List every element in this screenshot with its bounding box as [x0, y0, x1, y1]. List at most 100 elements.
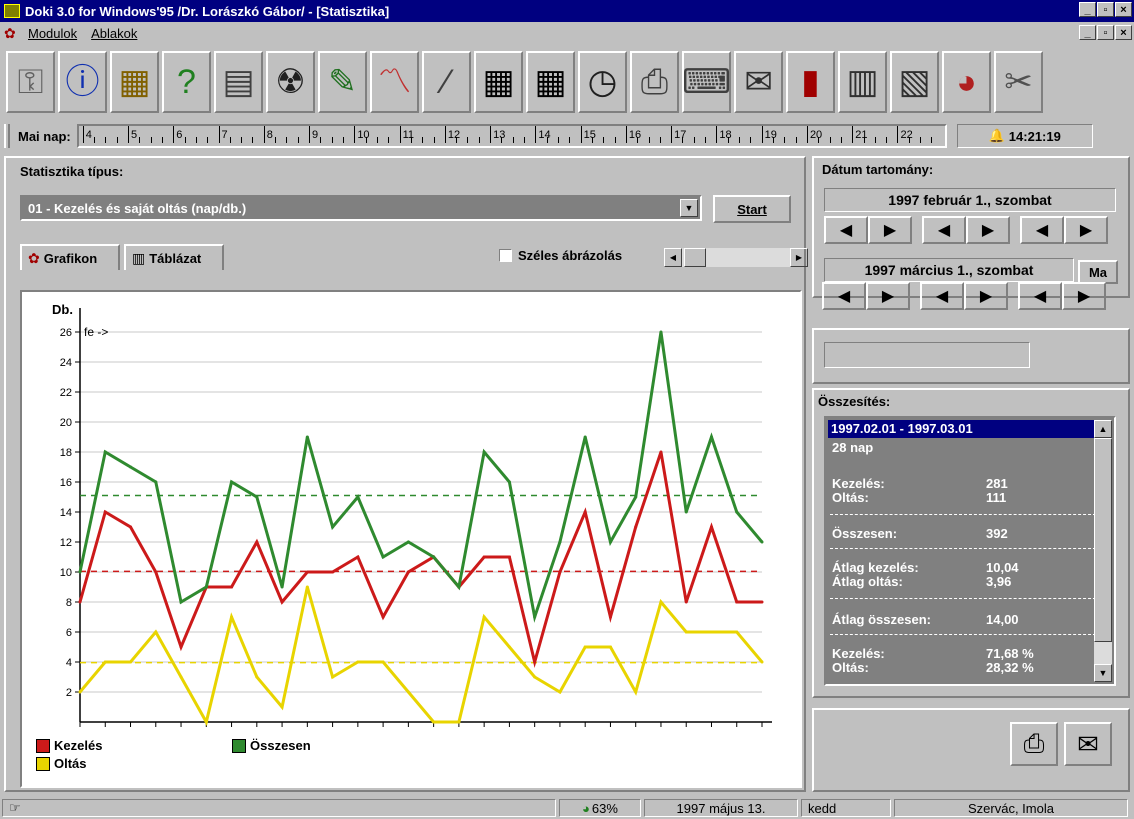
typewriter-icon[interactable]: ⌨ — [682, 51, 731, 113]
data-point — [78, 570, 82, 574]
minimize-button[interactable]: _ — [1079, 2, 1096, 17]
mdi-minimize-button[interactable]: _ — [1079, 25, 1096, 40]
minute-tick — [433, 137, 435, 143]
data-point — [583, 435, 587, 439]
start-button[interactable]: Start — [713, 195, 791, 223]
data-point — [533, 615, 537, 619]
pencil-icon[interactable]: ✎ — [318, 51, 367, 113]
from-year-next-button[interactable]: ▶ — [1064, 216, 1108, 244]
data-point — [230, 480, 234, 484]
data-point — [709, 630, 713, 634]
hour-tick — [580, 126, 582, 143]
summary-kezeles-value: 281 — [986, 476, 1008, 491]
minute-tick — [886, 137, 888, 143]
key-icon[interactable]: ⚿ — [6, 51, 55, 113]
data-point — [305, 570, 309, 574]
to-month-prev-button[interactable]: ◀ — [920, 282, 964, 310]
legend-item-osszesen: Összesen — [232, 738, 311, 753]
scroll-right-button[interactable]: ▶ — [790, 248, 808, 267]
to-year-next-button[interactable]: ▶ — [1062, 282, 1106, 310]
hour-label: 22 — [900, 129, 913, 141]
wide-view-option[interactable]: Széles ábrázolás — [499, 248, 622, 263]
series-line-0 — [78, 451, 762, 668]
tab-tablazat[interactable]: ▥ Táblázat — [124, 244, 224, 270]
summary-scroll-thumb[interactable] — [1094, 438, 1112, 642]
today-button[interactable]: Ma — [1078, 260, 1118, 284]
scroll-left-button[interactable]: ◀ — [664, 248, 682, 267]
summary-scrollbar[interactable]: ▲ ▼ — [1094, 420, 1112, 682]
tab-grafikon[interactable]: ✿ Grafikon — [20, 244, 120, 270]
grid-icon-2[interactable]: ▦ — [526, 51, 575, 113]
from-month-prev-button[interactable]: ◀ — [922, 216, 966, 244]
syringe-icon[interactable]: ⁄ — [422, 51, 471, 113]
close-button[interactable]: × — [1115, 2, 1132, 17]
data-point — [760, 600, 764, 604]
from-day-next-button[interactable]: ▶ — [868, 216, 912, 244]
from-year-prev-button[interactable]: ◀ — [1020, 216, 1064, 244]
calendar-icon[interactable]: ▦ — [110, 51, 159, 113]
menu-modulok[interactable]: Modulok — [28, 26, 77, 41]
notes-icon[interactable]: ✉ — [734, 51, 783, 113]
chart-scrollbar[interactable]: ◀ ▶ — [664, 248, 808, 267]
status-bar: ☞ ◕ 63% 1997 május 13. kedd Szervác, Imol… — [0, 797, 1134, 819]
minute-tick — [456, 137, 458, 143]
minute-tick — [727, 137, 729, 143]
from-day-prev-button[interactable]: ◀ — [824, 216, 868, 244]
y-tick-label: 14 — [60, 507, 72, 519]
table-tab-icon: ▥ — [132, 249, 146, 266]
forms-icon[interactable]: ▧ — [890, 51, 939, 113]
to-month-next-button[interactable]: ▶ — [964, 282, 1008, 310]
data-point — [432, 720, 436, 724]
minute-tick — [840, 137, 842, 143]
help-icon[interactable]: ? — [162, 51, 211, 113]
summary-days: 28 nap — [832, 440, 874, 455]
day-ruler[interactable]: 4 5 6 7 8 9 10 11 12 13 14 15 16 17 18 19 20 21 22 — [76, 124, 947, 148]
wide-view-checkbox[interactable] — [499, 249, 512, 262]
book-icon[interactable]: ▮ — [786, 51, 835, 113]
stopwatch-icon[interactable]: ◷ — [578, 51, 627, 113]
minute-tick — [874, 137, 876, 143]
documents-icon[interactable]: ▤ — [214, 51, 263, 113]
info-icon[interactable]: ⓘ — [58, 51, 107, 113]
hour-tick — [806, 126, 808, 143]
restore-button[interactable]: ▫ — [1097, 2, 1114, 17]
menu-ablakok[interactable]: Ablakok — [91, 26, 137, 41]
scroll-track[interactable] — [682, 248, 790, 267]
minute-tick — [829, 137, 831, 143]
print-preview-button[interactable]: ✉ — [1064, 722, 1112, 766]
minute-tick — [920, 137, 922, 143]
minute-tick — [116, 137, 118, 143]
printer-icon[interactable]: ⎙ — [630, 51, 679, 113]
radiation-icon[interactable]: ☢ — [266, 51, 315, 113]
minute-tick — [501, 137, 503, 143]
menu-app-icon[interactable]: ✿ — [4, 25, 22, 41]
to-year-prev-button[interactable]: ◀ — [1018, 282, 1062, 310]
chart-icon[interactable]: 〽 — [370, 51, 419, 113]
from-month-next-button[interactable]: ▶ — [966, 216, 1010, 244]
grid-icon[interactable]: ▦ — [474, 51, 523, 113]
chevron-up-icon[interactable]: ▲ — [1094, 420, 1112, 438]
tools-icon[interactable]: ✂ — [994, 51, 1043, 113]
summary-pct-kezeles-label: Kezelés: — [832, 646, 885, 661]
clock-time: 14:21:19 — [1008, 128, 1061, 144]
calculator-icon[interactable]: ▥ — [838, 51, 887, 113]
data-point — [709, 435, 713, 439]
data-point — [583, 510, 587, 514]
minute-tick — [286, 137, 288, 143]
mdi-close-button[interactable]: × — [1115, 25, 1132, 40]
to-day-next-button[interactable]: ▶ — [866, 282, 910, 310]
statistics-type-select[interactable]: 01 - Kezelés és saját oltás (nap/db.) ▼ — [20, 195, 702, 221]
chevron-down-icon[interactable]: ▼ — [1094, 664, 1112, 682]
data-point — [684, 630, 688, 634]
minute-tick — [772, 137, 774, 143]
pie-chart-icon[interactable]: ◕ — [942, 51, 991, 113]
chevron-down-icon[interactable]: ▼ — [680, 199, 698, 217]
mdi-restore-button[interactable]: ▫ — [1097, 25, 1114, 40]
scroll-thumb[interactable] — [684, 248, 706, 267]
toolbar-grip[interactable] — [4, 124, 10, 148]
hour-tick — [761, 126, 763, 143]
minute-tick — [331, 137, 333, 143]
to-day-prev-button[interactable]: ◀ — [822, 282, 866, 310]
summary-list[interactable]: 1997.02.01 - 1997.03.01 28 nap Kezelés: … — [824, 416, 1116, 686]
print-button[interactable]: ⎙ — [1010, 722, 1058, 766]
